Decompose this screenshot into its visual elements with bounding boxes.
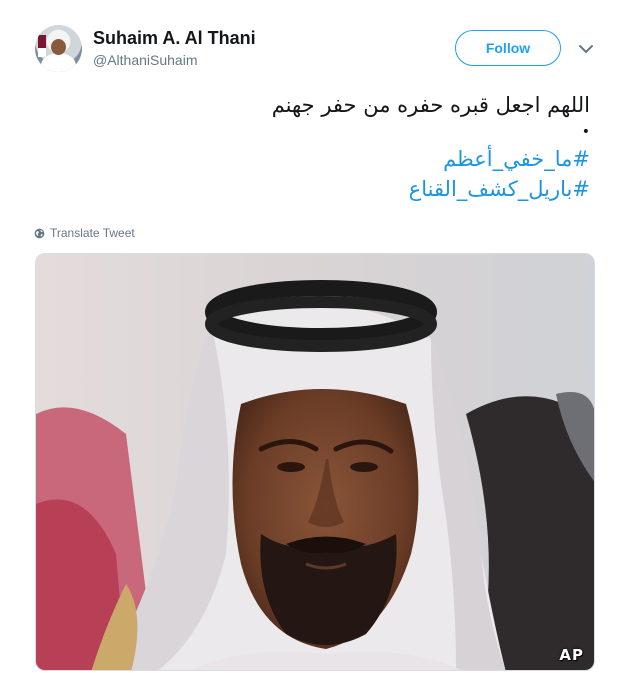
avatar[interactable] [35,25,82,72]
avatar-face [51,39,66,55]
translate-tweet-link[interactable]: Translate Tweet [34,226,135,240]
translate-tweet-label: Translate Tweet [50,226,135,240]
tweet-body-line: اللهم اجعل قبره حفره من حفر جهنم [271,93,590,117]
chevron-down-icon[interactable] [577,40,595,58]
tweet-bullet: • [581,124,590,140]
portrait-photo [36,254,594,670]
globe-icon [34,228,45,238]
ap-watermark: AP [559,646,584,664]
hashtag-link[interactable]: #ما_خفي_أعظم [30,144,590,174]
tweet-text: اللهم اجعل قبره حفره من حفر جهنم • #ما_خ… [30,88,590,204]
author-handle[interactable]: @AlthaniSuhaim [93,52,198,68]
author-display-name[interactable]: Suhaim A. Al Thani [93,28,256,49]
avatar-flag [38,35,46,57]
follow-button[interactable]: Follow [455,30,561,66]
avatar-cloth [41,53,76,72]
hashtag-link[interactable]: #باريل_كشف_القناع [30,174,590,204]
tweet-photo[interactable]: AP [35,253,595,671]
